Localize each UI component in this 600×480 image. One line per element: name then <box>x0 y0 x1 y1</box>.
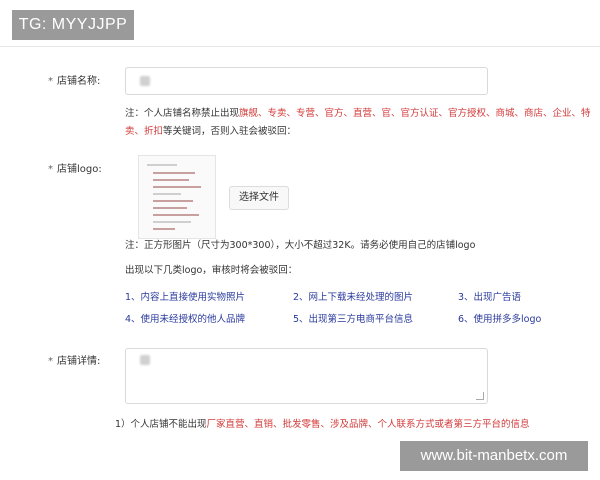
store-name-forbidden-words: 旗舰、专卖、专营、官方、直营、官、官方认证、官方授权、商城、商店、企业、特 <box>239 108 591 119</box>
logo-reject-item: 5、出现第三方电商平台信息 <box>293 314 414 325</box>
required-marker: * <box>48 76 53 87</box>
store-detail-textarea-value <box>140 355 150 365</box>
store-name-note-suffix: 等关键词，否则入驻会被驳回： <box>163 126 297 137</box>
required-marker: * <box>48 164 53 175</box>
logo-reject-item: 1、内容上直接使用实物照片 <box>125 292 246 303</box>
store-name-input[interactable] <box>125 67 488 95</box>
store-name-note: 注：个人店铺名称禁止出现旗舰、专卖、专营、官方、直营、官、官方认证、官方授权、商… <box>125 105 595 141</box>
watermark-top: TG: MYYJJPP <box>12 10 134 40</box>
store-logo-label: * 店铺logo: <box>48 160 102 175</box>
store-detail-label: * 店铺详情: <box>48 352 100 367</box>
store-name-note-prefix: 注：个人店铺名称禁止出现 <box>125 108 240 119</box>
store-detail-note-prefix: 1）个人店铺不能出现 <box>115 419 207 430</box>
logo-preview-image <box>138 155 216 239</box>
store-detail-label-text: 店铺详情: <box>57 356 101 367</box>
logo-reject-item: 4、使用未经授权的他人品牌 <box>125 314 246 325</box>
store-logo-label-text: 店铺logo: <box>57 164 102 175</box>
top-divider <box>0 46 600 47</box>
store-detail-forbidden-content: 厂家直营、直销、批发零售、涉及品牌、个人联系方式或者第三方平台的信息 <box>206 419 530 430</box>
store-detail-note: 1）个人店铺不能出现厂家直营、直销、批发零售、涉及品牌、个人联系方式或者第三方平… <box>115 416 530 430</box>
logo-reject-heading: 出现以下几类logo，审核时将会被驳回： <box>125 265 298 276</box>
logo-reject-item: 6、使用拼多多logo <box>458 314 542 325</box>
store-name-forbidden-words-2: 卖、折扣 <box>125 126 164 137</box>
watermark-bottom: www.bit-manbetx.com <box>400 441 588 471</box>
store-name-input-value <box>140 76 150 86</box>
store-name-label-text: 店铺名称: <box>57 76 101 87</box>
logo-size-note: 注：正方形图片（尺寸为300*300），大小不超过32K。请务必使用自己的店铺l… <box>125 240 476 251</box>
resize-handle[interactable] <box>476 392 484 400</box>
logo-reject-item: 3、出现广告语 <box>458 292 522 303</box>
logo-reject-item: 2、网上下载未经处理的图片 <box>293 292 414 303</box>
store-name-label: * 店铺名称: <box>48 72 100 87</box>
required-marker: * <box>48 356 53 367</box>
choose-file-button[interactable]: 选择文件 <box>229 186 289 210</box>
store-detail-textarea[interactable] <box>125 348 488 404</box>
